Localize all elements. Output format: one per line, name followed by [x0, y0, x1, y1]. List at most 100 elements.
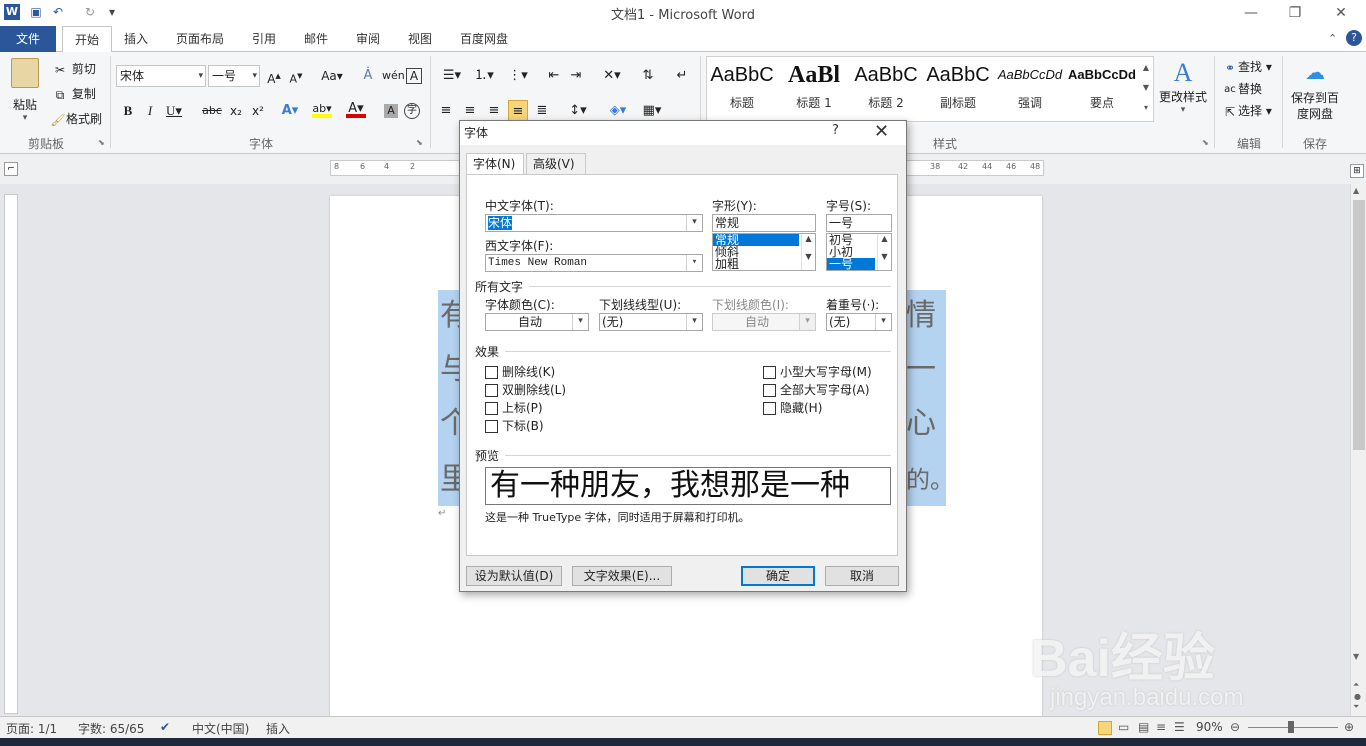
ok-button[interactable]: 确定	[741, 566, 815, 586]
prev-page-icon[interactable]: ⏶	[1353, 680, 1359, 690]
minimize-button[interactable]: —	[1228, 0, 1274, 26]
style-subtitle[interactable]: AaBbC 副标题	[922, 58, 994, 114]
web-layout-icon[interactable]: ▤	[1138, 720, 1149, 734]
align-left-icon[interactable]: ≡	[436, 100, 456, 122]
align-right-icon[interactable]: ≡	[484, 100, 504, 122]
restore-button[interactable]: ❐	[1272, 0, 1318, 26]
ribbon-collapse-icon[interactable]: ⌃	[1328, 32, 1337, 45]
style-strong[interactable]: AaBbCcDd 要点	[1066, 58, 1138, 114]
chevron-down-icon[interactable]: ▾	[686, 215, 702, 231]
clear-format-icon[interactable]: Ȧ	[358, 65, 378, 87]
scroll-thumb[interactable]	[1353, 200, 1365, 450]
tab-advanced[interactable]: 高级(V)	[526, 153, 586, 175]
format-painter-button[interactable]: 🖌格式刷	[50, 110, 102, 128]
distributed-icon[interactable]: ≣	[532, 100, 552, 122]
checkbox[interactable]	[485, 366, 498, 379]
font-size-field[interactable]: 一号	[826, 214, 892, 232]
checkbox[interactable]	[763, 402, 776, 415]
help-icon[interactable]: ?	[1346, 30, 1362, 46]
hidden-checkbox[interactable]: 隐藏(H)	[763, 399, 822, 416]
tab-insert[interactable]: 插入	[112, 26, 160, 52]
bullets-icon[interactable]: ☰▾	[438, 65, 466, 87]
checkbox[interactable]	[485, 384, 498, 397]
tab-references[interactable]: 引用	[240, 26, 288, 52]
font-color-icon[interactable]: A▾	[346, 100, 366, 118]
zoom-level[interactable]: 90%	[1196, 720, 1223, 734]
decrease-indent-icon[interactable]: ⇤	[544, 65, 564, 87]
ruler-toggle-icon[interactable]: ⌐	[4, 162, 18, 176]
shrink-font-button[interactable]: A▼	[286, 65, 306, 87]
style-title[interactable]: AaBbC 标题	[706, 58, 778, 114]
tab-review[interactable]: 审阅	[344, 26, 392, 52]
checkbox[interactable]	[485, 402, 498, 415]
change-styles-button[interactable]: A 更改样式 ▾	[1158, 58, 1208, 115]
vertical-scrollbar[interactable]: ▲ ▼ ⏶ ● ⏷	[1350, 184, 1366, 716]
strikethrough-checkbox[interactable]: 删除线(K)	[485, 363, 555, 380]
close-window-button[interactable]: ✕	[1318, 0, 1364, 26]
numbering-icon[interactable]: ⒈▾	[470, 65, 498, 87]
list-scrollbar[interactable]: ▲ ▼	[877, 234, 891, 270]
phonetic-guide-icon[interactable]: wén	[382, 65, 405, 87]
zoom-slider-thumb[interactable]	[1288, 721, 1294, 733]
subscript-checkbox[interactable]: 下标(B)	[485, 417, 544, 434]
styles-launcher-icon[interactable]: ⬊	[1202, 138, 1209, 147]
font-size-list[interactable]: 初号 小初 一号 ▲ ▼	[826, 233, 892, 271]
tab-file[interactable]: 文件	[0, 26, 56, 52]
font-style-list[interactable]: 常规 倾斜 加粗 ▲ ▼	[712, 233, 816, 271]
scroll-down-icon[interactable]: ▼	[1353, 652, 1359, 661]
tab-mailings[interactable]: 邮件	[292, 26, 340, 52]
status-language[interactable]: 中文(中国)	[192, 720, 249, 737]
chevron-down-icon[interactable]: ▾	[686, 255, 702, 271]
highlight-icon[interactable]: ab▾	[312, 100, 332, 118]
show-marks-icon[interactable]: ↵	[672, 65, 692, 87]
checkbox[interactable]	[485, 420, 498, 433]
clipboard-launcher-icon[interactable]: ⬊	[98, 138, 105, 147]
replace-button[interactable]: ac 替换	[1222, 80, 1262, 98]
font-color-field[interactable]: 自动 ▾	[485, 313, 589, 331]
change-case-button[interactable]: Aa▾	[318, 65, 346, 87]
tab-view[interactable]: 视图	[396, 26, 444, 52]
checkbox[interactable]	[763, 384, 776, 397]
find-button[interactable]: ⚭ 查找 ▾	[1222, 58, 1272, 76]
paste-button[interactable]: 粘贴 ▾	[6, 56, 44, 126]
borders-icon[interactable]: ▦▾	[638, 100, 666, 122]
list-item[interactable]: 加粗	[713, 258, 815, 270]
copy-button[interactable]: ⧉ 复制	[52, 85, 96, 103]
scroll-up-icon[interactable]: ▲	[1353, 186, 1359, 195]
tab-font[interactable]: 字体(N)	[466, 153, 524, 176]
browse-object-icon[interactable]: ●	[1354, 692, 1361, 701]
grow-font-button[interactable]: A▲	[264, 65, 284, 87]
styles-scroll-icon[interactable]: ▲ ▼ ▾	[1140, 58, 1152, 120]
zoom-in-icon[interactable]: ⊕	[1344, 720, 1354, 734]
font-launcher-icon[interactable]: ⬊	[416, 138, 423, 147]
cancel-button[interactable]: 取消	[825, 566, 899, 586]
superscript-button[interactable]: x²	[248, 100, 268, 122]
save-to-baidu-button[interactable]: ☁ 保存到百度网盘	[1288, 60, 1342, 122]
font-name-combo[interactable]: 宋体 ▾	[116, 65, 206, 87]
chevron-down-icon[interactable]: ▾	[875, 314, 891, 330]
tab-page-layout[interactable]: 页面布局	[164, 26, 236, 52]
dialog-help-button[interactable]: ?	[832, 123, 839, 138]
style-emphasis[interactable]: AaBbCcDd 强调	[994, 58, 1066, 114]
shading-icon[interactable]: ◈▾	[604, 100, 632, 122]
chevron-down-icon[interactable]: ▾	[686, 314, 702, 330]
italic-button[interactable]: I	[140, 100, 160, 122]
next-page-icon[interactable]: ⏷	[1353, 702, 1359, 712]
chinese-font-field[interactable]: 宋体 ▾	[485, 214, 703, 232]
line-spacing-icon[interactable]: ↕▾	[564, 100, 592, 122]
list-scrollbar[interactable]: ▲ ▼	[801, 234, 815, 270]
style-heading-1[interactable]: AaBl 标题 1	[778, 58, 850, 114]
character-shading-icon[interactable]: A	[384, 104, 398, 118]
draft-icon[interactable]: ☰	[1174, 720, 1185, 734]
chinese-layout-icon[interactable]: ✕▾	[598, 65, 626, 87]
status-insert-mode[interactable]: 插入	[266, 720, 290, 737]
cut-button[interactable]: ✂ 剪切	[52, 60, 96, 78]
ruler-view-icon[interactable]: ⊞	[1350, 164, 1364, 178]
text-effects-icon[interactable]: A▾	[280, 100, 300, 122]
set-default-button[interactable]: 设为默认值(D)	[466, 566, 562, 586]
all-caps-checkbox[interactable]: 全部大写字母(A)	[763, 381, 870, 398]
status-words[interactable]: 字数: 65/65	[78, 720, 144, 737]
double-strikethrough-checkbox[interactable]: 双删除线(L)	[485, 381, 566, 398]
checkbox[interactable]	[763, 366, 776, 379]
tab-baidu-pan[interactable]: 百度网盘	[448, 26, 520, 52]
